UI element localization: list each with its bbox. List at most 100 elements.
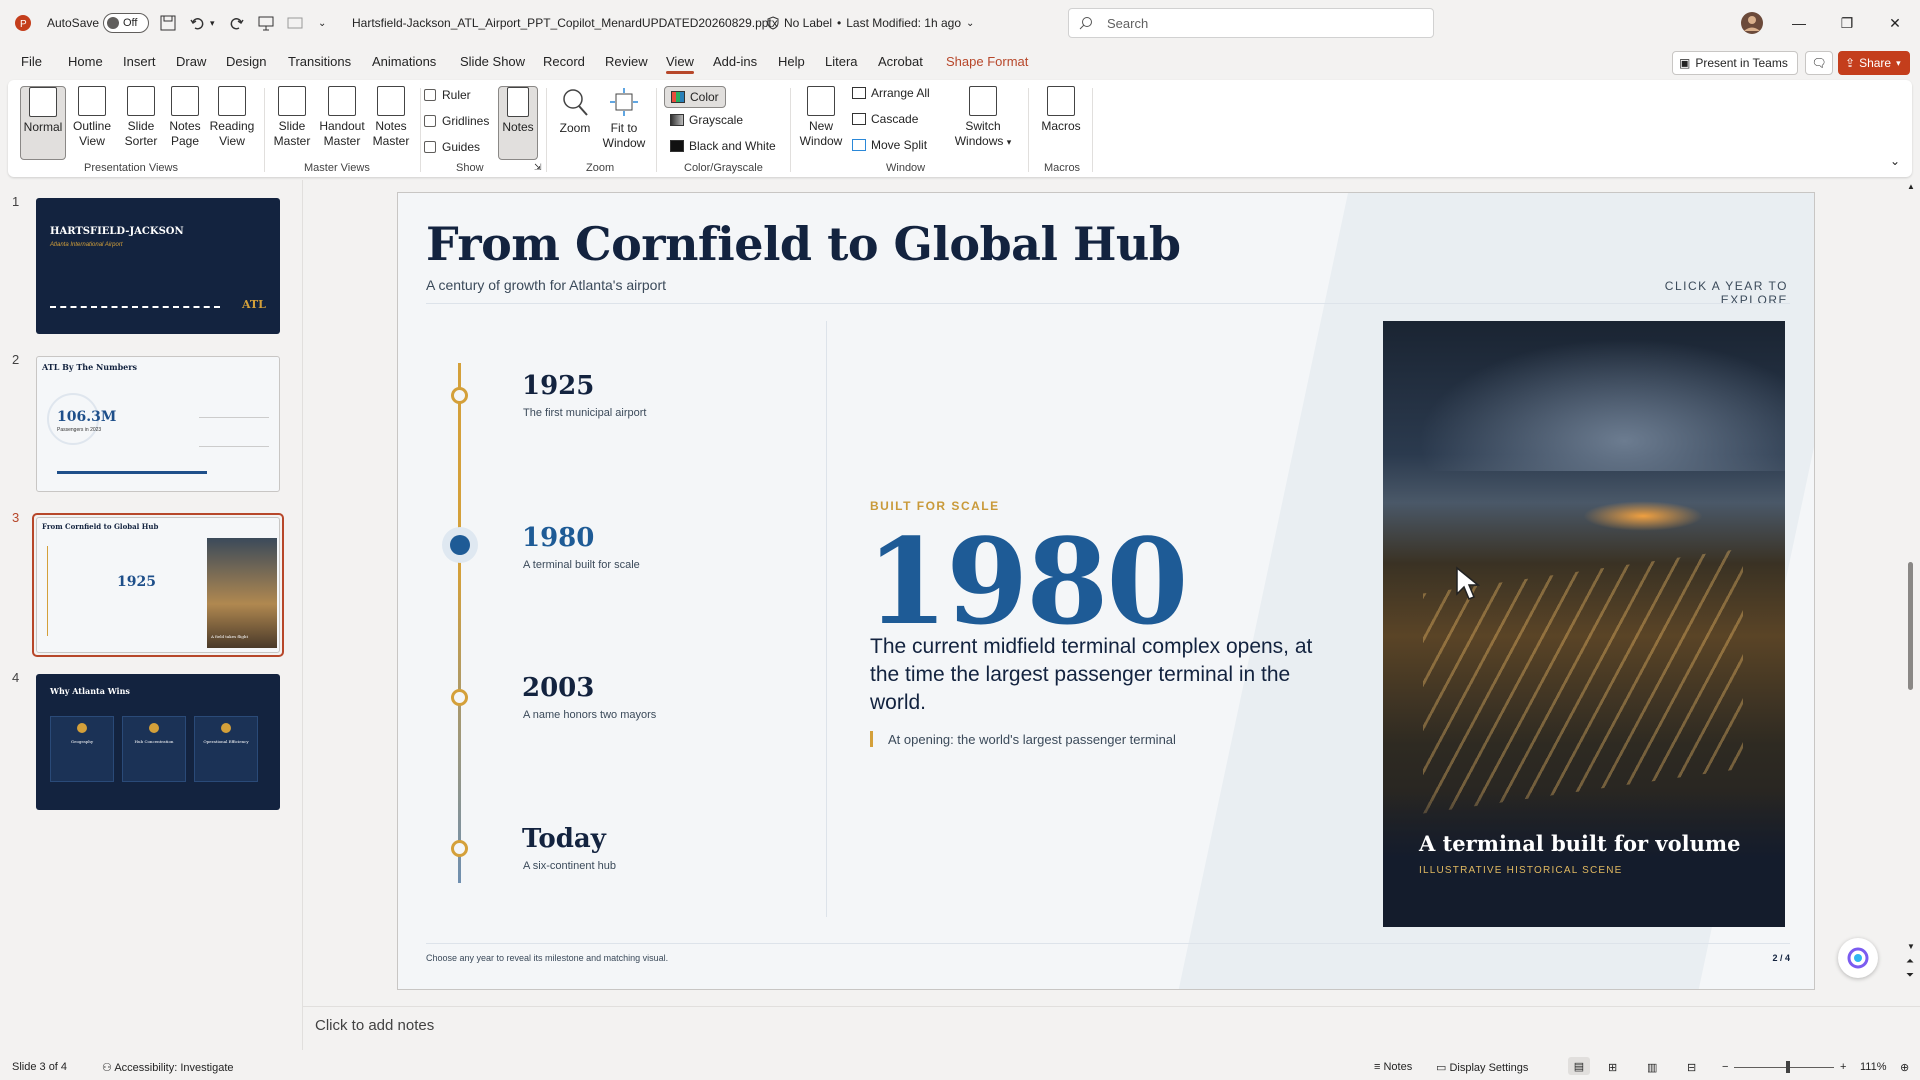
display-settings-button[interactable]: ▭ Display Settings — [1436, 1061, 1528, 1074]
zoom-in-icon[interactable]: + — [1840, 1061, 1846, 1073]
screen-icon[interactable] — [287, 0, 303, 46]
tab-litera[interactable]: Litera — [825, 54, 858, 69]
notes-pane[interactable]: Click to add notes — [303, 1006, 1920, 1044]
detail-body[interactable]: The current midfield terminal complex op… — [870, 633, 1330, 717]
tab-review[interactable]: Review — [605, 54, 648, 69]
new-window-button[interactable]: New Window — [798, 86, 844, 149]
undo-dropdown-icon[interactable]: ▾ — [210, 0, 215, 46]
vertical-scrollbar[interactable]: ▲ ▼ ⏶ ⏷ — [1903, 182, 1917, 988]
customize-toolbar-icon[interactable]: ⌄ — [318, 0, 326, 46]
detail-note[interactable]: At opening: the world's largest passenge… — [888, 732, 1176, 747]
tab-file[interactable]: File — [21, 54, 42, 69]
macros-button[interactable]: Macros — [1036, 86, 1086, 134]
timeline-node-1980[interactable] — [450, 535, 470, 555]
tab-view[interactable]: View — [666, 54, 694, 74]
move-split-button[interactable]: Move Split — [852, 138, 927, 152]
timeline-year-1925[interactable]: 1925 — [522, 371, 594, 401]
tab-transitions[interactable]: Transitions — [288, 54, 351, 69]
tab-design[interactable]: Design — [226, 54, 266, 69]
timeline-node-today[interactable] — [451, 840, 468, 857]
arrange-all-button[interactable]: Arrange All — [852, 86, 930, 100]
detail-year[interactable]: 1980 — [866, 511, 1188, 653]
tab-shape-format[interactable]: Shape Format — [946, 54, 1028, 69]
collapse-ribbon-icon[interactable]: ⌄ — [1890, 154, 1900, 168]
grayscale-button[interactable]: Grayscale — [670, 113, 743, 127]
close-button[interactable]: ✕ — [1872, 0, 1918, 46]
zoom-slider[interactable] — [1734, 1061, 1834, 1073]
black-and-white-button[interactable]: Black and White — [670, 139, 776, 153]
slide-title[interactable]: From Cornfield to Global Hub — [426, 217, 1181, 271]
slide-thumbnail-1[interactable]: HARTSFIELD-JACKSON Atlanta International… — [36, 198, 280, 334]
airport-night-image[interactable]: A terminal built for volume ILLUSTRATIVE… — [1383, 321, 1785, 927]
slide-footer[interactable]: Choose any year to reveal its milestone … — [426, 953, 668, 963]
color-button[interactable]: Color — [664, 86, 726, 108]
share-button[interactable]: ⇪ Share ▾ — [1838, 51, 1910, 75]
image-caption[interactable]: A terminal built for volume — [1419, 831, 1740, 856]
normal-view-status-icon[interactable]: ▤ — [1568, 1057, 1590, 1075]
notes-status-button[interactable]: ≡ Notes — [1374, 1061, 1412, 1073]
timeline-year-today[interactable]: Today — [522, 824, 606, 854]
notes-page-button[interactable]: Notes Page — [164, 86, 206, 149]
timeline-year-1980[interactable]: 1980 — [522, 523, 594, 553]
image-subcaption[interactable]: ILLUSTRATIVE HISTORICAL SCENE — [1419, 865, 1623, 876]
notes-placeholder[interactable]: Click to add notes — [315, 1017, 434, 1034]
previous-slide-icon[interactable]: ⏶ — [1906, 956, 1914, 967]
scroll-down-icon[interactable]: ▼ — [1907, 942, 1915, 951]
slide-master-button[interactable]: Slide Master — [270, 86, 314, 149]
tab-home[interactable]: Home — [68, 54, 103, 69]
accessibility-status[interactable]: ⚇ Accessibility: Investigate — [102, 1061, 234, 1074]
timeline-year-2003[interactable]: 2003 — [522, 673, 594, 703]
next-slide-icon[interactable]: ⏷ — [1906, 970, 1914, 981]
normal-view-button[interactable]: Normal — [20, 86, 66, 160]
avatar[interactable] — [1740, 0, 1764, 46]
tab-animations[interactable]: Animations — [372, 54, 436, 69]
switch-windows-button[interactable]: Switch Windows ▾ — [952, 86, 1014, 150]
timeline-node-2003[interactable] — [451, 689, 468, 706]
tab-acrobat[interactable]: Acrobat — [878, 54, 923, 69]
slide-thumbnail-2[interactable]: ATL By The Numbers 106.3M Passengers in … — [36, 356, 280, 492]
save-icon[interactable] — [160, 0, 176, 46]
comments-button[interactable]: 🗨 — [1805, 51, 1833, 75]
slide-show-status-icon[interactable]: ⊟ — [1687, 1061, 1696, 1074]
zoom-level[interactable]: 111% — [1860, 1061, 1887, 1073]
search-input[interactable]: Search — [1068, 8, 1434, 38]
reading-view-status-icon[interactable]: ▥ — [1647, 1061, 1657, 1074]
autosave-toggle[interactable]: Off — [103, 0, 149, 46]
notes-toggle-button[interactable]: Notes — [498, 86, 538, 160]
handout-master-button[interactable]: Handout Master — [314, 86, 370, 149]
slide-page-number[interactable]: 2 / 4 — [1738, 953, 1790, 963]
tab-slide-show[interactable]: Slide Show — [460, 54, 525, 69]
fit-slide-icon[interactable]: ⊕ — [1900, 1061, 1909, 1074]
reading-view-button[interactable]: Reading View — [207, 86, 257, 149]
scrollbar-thumb[interactable] — [1908, 562, 1913, 690]
copilot-button[interactable] — [1838, 938, 1878, 978]
gridlines-checkbox[interactable]: Gridlines — [424, 114, 489, 128]
undo-icon[interactable] — [190, 0, 206, 46]
tab-record[interactable]: Record — [543, 54, 585, 69]
tab-help[interactable]: Help — [778, 54, 805, 69]
tab-add-ins[interactable]: Add-ins — [713, 54, 757, 69]
redo-icon[interactable] — [228, 0, 244, 46]
slide-sorter-button[interactable]: Slide Sorter — [118, 86, 164, 149]
show-dialog-launcher-icon[interactable]: ⇲ — [534, 162, 542, 173]
zoom-out-icon[interactable]: − — [1722, 1061, 1728, 1073]
slide-thumbnail-4[interactable]: Why Atlanta Wins Geography Hub Concentra… — [36, 674, 280, 810]
scroll-up-icon[interactable]: ▲ — [1907, 182, 1915, 191]
present-in-teams-button[interactable]: ▣ Present in Teams — [1672, 51, 1798, 75]
guides-checkbox[interactable]: Guides — [424, 140, 480, 154]
zoom-slider-thumb[interactable] — [1786, 1061, 1790, 1073]
slide-subtitle[interactable]: A century of growth for Atlanta's airpor… — [426, 277, 666, 293]
slide-sorter-status-icon[interactable]: ⊞ — [1608, 1061, 1617, 1074]
minimize-button[interactable]: — — [1776, 0, 1822, 46]
slide-thumbnail-3[interactable]: From Cornfield to Global Hub 1925 A fiel… — [36, 517, 280, 653]
sensitivity-label[interactable]: No Label • Last Modified: 1h ago ⌄ — [766, 0, 974, 46]
outline-view-button[interactable]: Outline View — [68, 86, 116, 149]
tab-insert[interactable]: Insert — [123, 54, 156, 69]
restore-button[interactable]: ❐ — [1824, 0, 1870, 46]
tab-draw[interactable]: Draw — [176, 54, 206, 69]
notes-master-button[interactable]: Notes Master — [368, 86, 414, 149]
zoom-button[interactable]: Zoom — [554, 86, 596, 136]
fit-to-window-button[interactable]: Fit to Window — [600, 86, 648, 151]
ruler-checkbox[interactable]: Ruler — [424, 88, 471, 102]
slide-canvas[interactable]: From Cornfield to Global Hub A century o… — [397, 192, 1815, 990]
